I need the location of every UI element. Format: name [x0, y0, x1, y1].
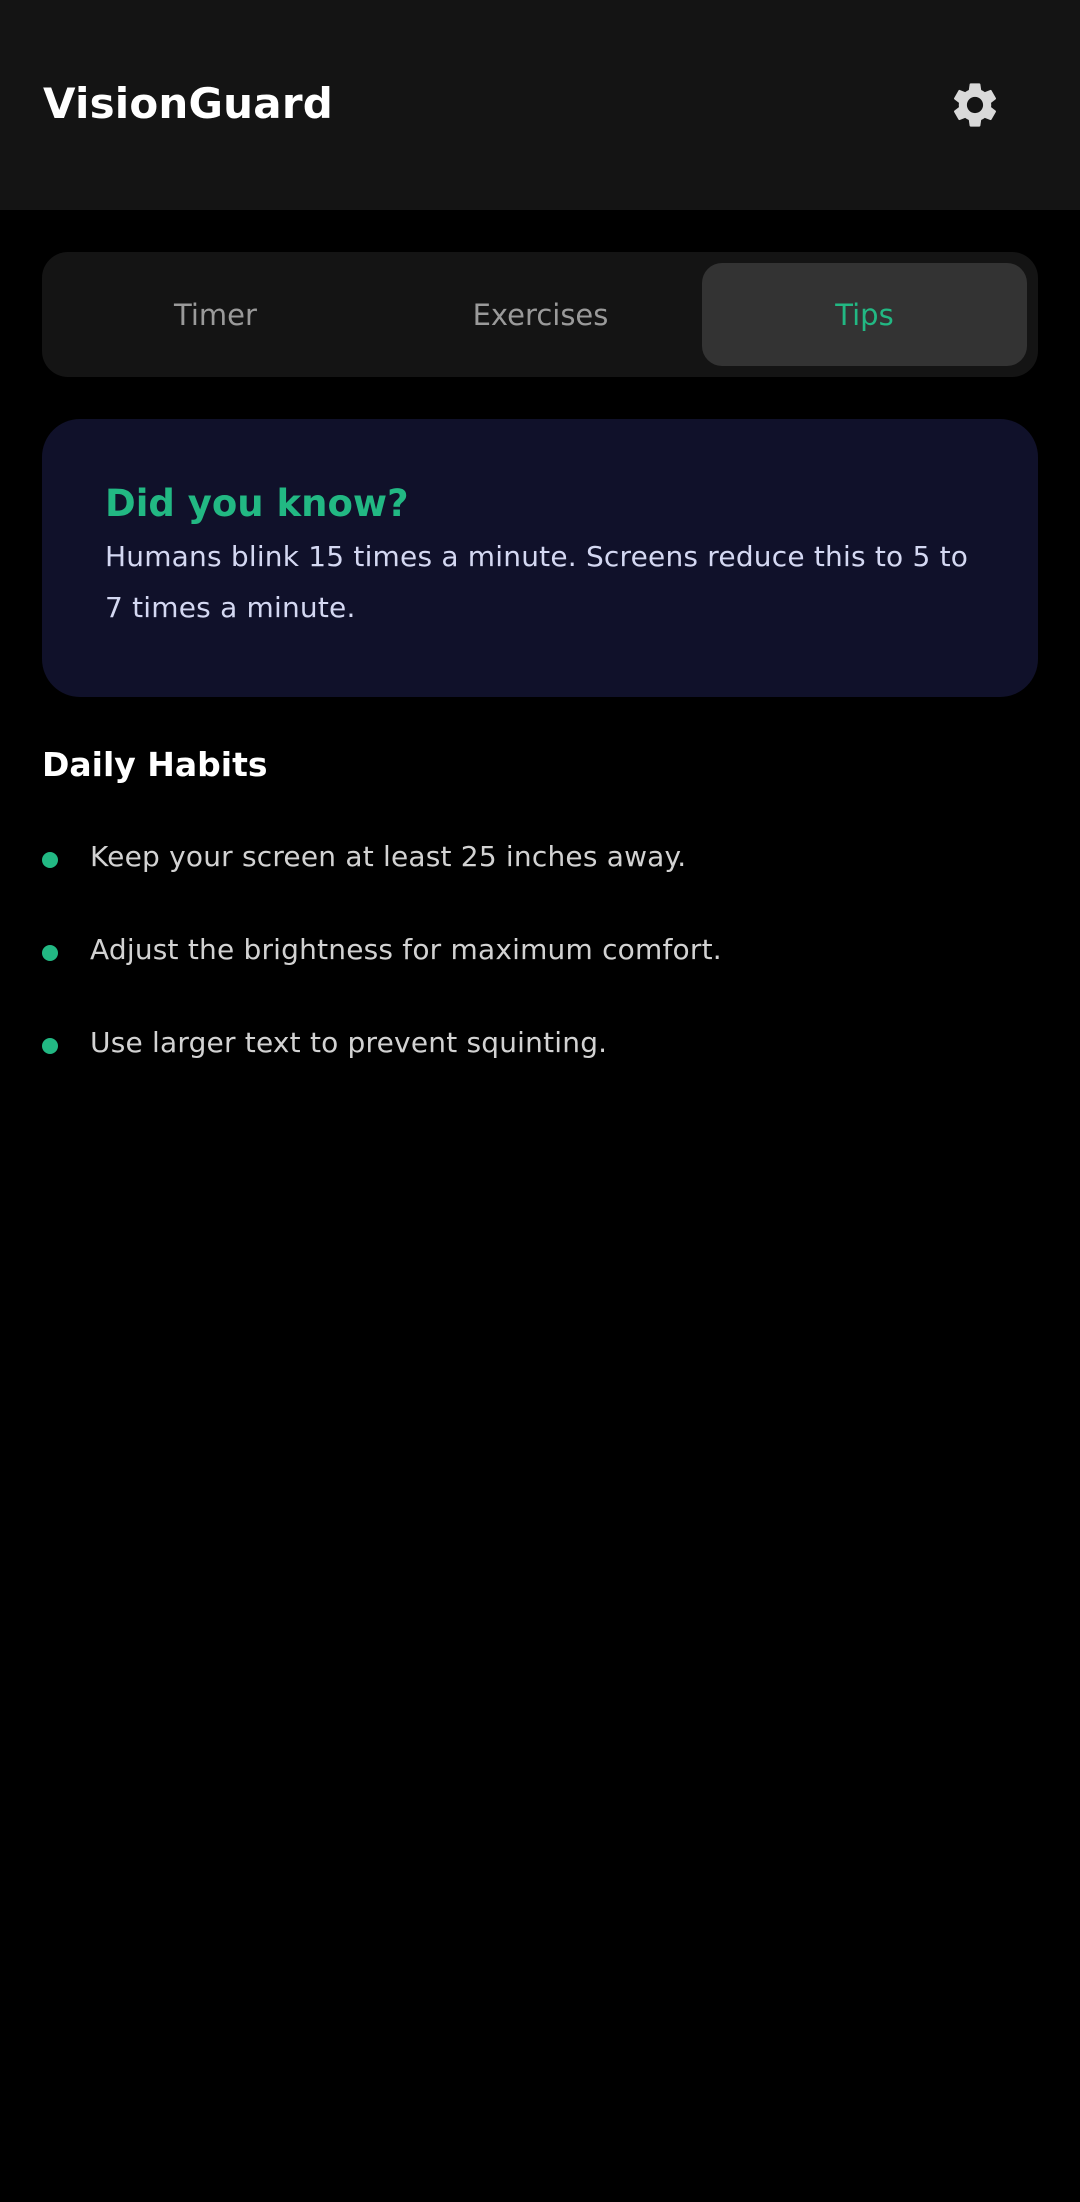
list-item: Keep your screen at least 25 inches away…	[42, 832, 1032, 882]
list-item: Use larger text to prevent squinting.	[42, 1018, 1032, 1068]
card-title: Did you know?	[105, 482, 409, 525]
tab-tips[interactable]: Tips	[702, 263, 1027, 366]
gear-icon	[953, 83, 997, 127]
did-you-know-card: Did you know? Humans blink 15 times a mi…	[42, 419, 1038, 697]
section-title-daily-habits: Daily Habits	[42, 745, 268, 784]
list-item-text: Use larger text to prevent squinting.	[90, 1026, 608, 1059]
app-bar: VisionGuard	[0, 0, 1080, 210]
app-screen: VisionGuard Timer Exercises Tips Did you…	[0, 0, 1080, 2202]
settings-button[interactable]	[945, 75, 1005, 135]
app-title: VisionGuard	[43, 79, 334, 128]
tab-bar: Timer Exercises Tips	[42, 252, 1038, 377]
tab-timer[interactable]: Timer	[53, 263, 378, 366]
bullet-icon	[42, 945, 58, 961]
bullet-icon	[42, 1038, 58, 1054]
tab-exercises[interactable]: Exercises	[378, 263, 703, 366]
bullet-icon	[42, 852, 58, 868]
card-body: Humans blink 15 times a minute. Screens …	[105, 540, 969, 624]
list-item-text: Keep your screen at least 25 inches away…	[90, 840, 687, 873]
list-item-text: Adjust the brightness for maximum comfor…	[90, 933, 722, 966]
list-item: Adjust the brightness for maximum comfor…	[42, 925, 1032, 975]
